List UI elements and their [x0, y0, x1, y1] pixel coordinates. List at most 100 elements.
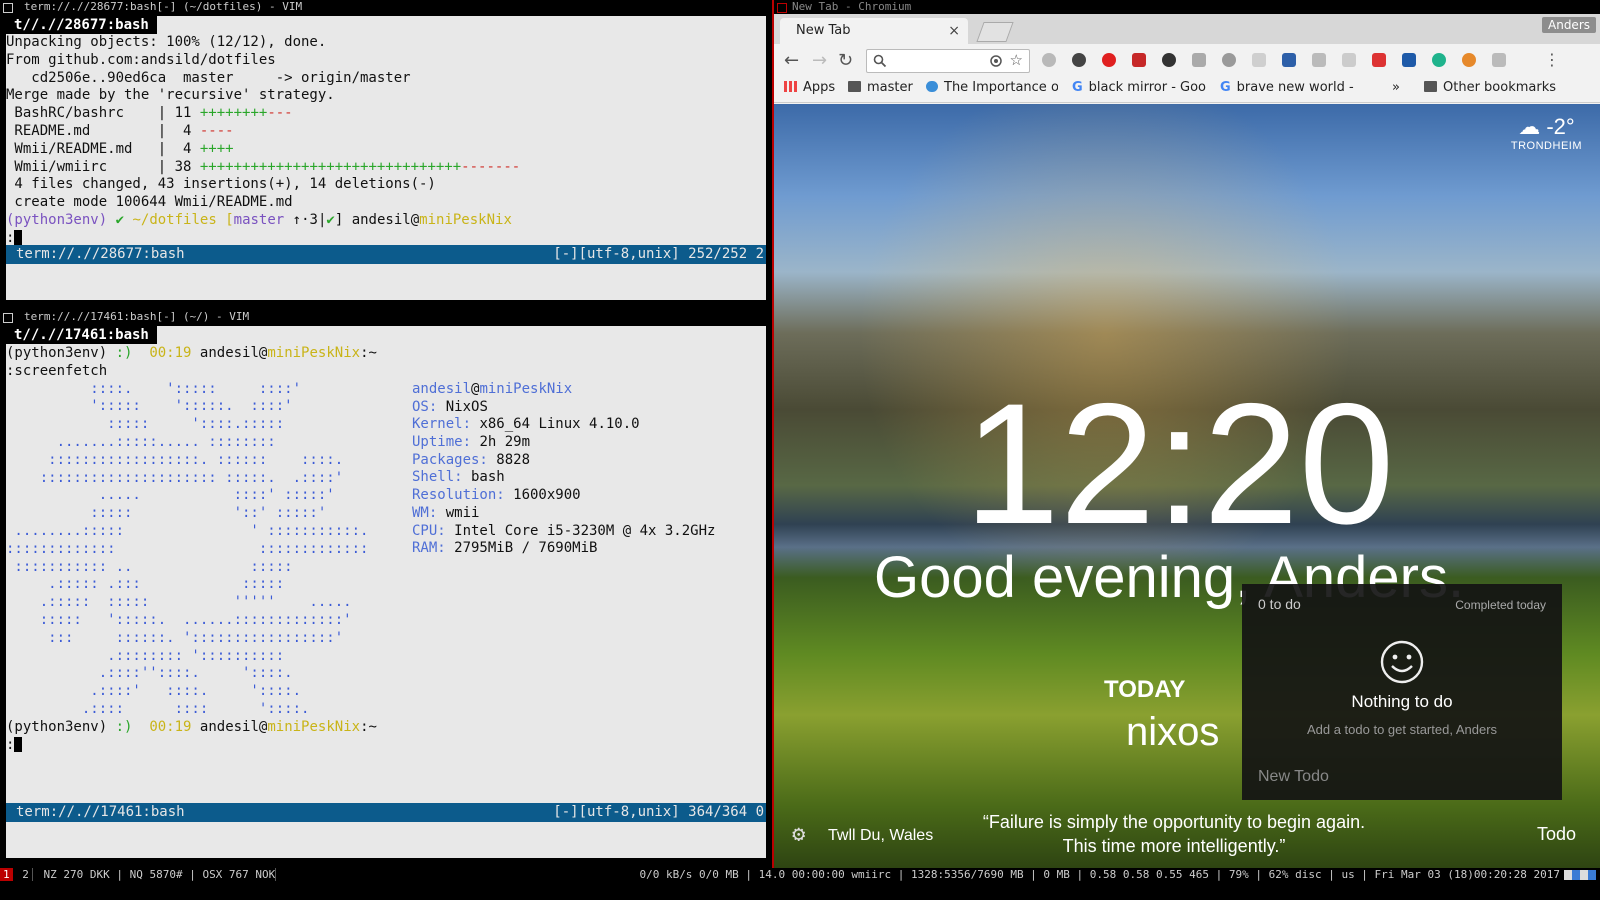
extension-icon[interactable] — [1492, 53, 1506, 67]
bottom-terminal-body[interactable]: t//.//17461:bash (python3env) :) 00:19 a… — [6, 326, 766, 858]
sysinfo-header: andesil@miniPeskNix — [412, 381, 715, 399]
diffstat-line: Wmii/wmiirc | 38 +++++++++++++++++++++++… — [6, 159, 766, 177]
todo-toggle-button[interactable]: Todo — [1537, 824, 1576, 845]
sysinfo-label: Kernel: — [412, 416, 472, 433]
sysinfo-value: 2795MiB / 7690MiB — [445, 540, 598, 557]
google-icon: G — [1220, 80, 1231, 95]
create-line: create mode 100644 Wmii/README.md — [6, 194, 293, 211]
output-line: Merge made by the 'recursive' strategy. — [6, 87, 335, 104]
diffstat-file: Wmii/README.md | 4 — [6, 140, 200, 157]
sysinfo-value: x86_64 Linux 4.10.0 — [471, 416, 640, 433]
tray-icons[interactable] — [1564, 870, 1596, 880]
menu-icon[interactable]: ⋮ — [1544, 50, 1560, 69]
bottom-terminal-statusline: term://.//17461:bash [-][utf-8,unix] 364… — [6, 803, 766, 822]
sysinfo-row: WM: wmii — [412, 505, 715, 523]
bookmark-other-folder[interactable]: Other bookmarks — [1424, 80, 1556, 95]
new-tab-button[interactable] — [976, 22, 1014, 42]
calendar-icon[interactable] — [1372, 53, 1386, 67]
extension-icon[interactable] — [1192, 53, 1206, 67]
new-todo-input[interactable]: New Todo — [1258, 768, 1329, 786]
prompt-at: @ — [410, 211, 420, 228]
diffstat-file: BashRC/bashrc | 11 — [6, 105, 200, 122]
sysinfo-value: NixOS — [437, 398, 488, 415]
prompt-smile: :) — [115, 718, 133, 735]
window-box-icon[interactable] — [3, 313, 13, 323]
extension-icon[interactable] — [1312, 53, 1326, 67]
ascii-line: .::::: ::::: ''''' ..... — [6, 594, 352, 611]
diffstat-file: Wmii/wmiirc | 38 — [6, 158, 200, 175]
back-arrow-icon[interactable]: ← — [784, 50, 799, 71]
forward-arrow-icon[interactable]: → — [812, 50, 827, 71]
bookmark-item[interactable]: Gbrave new world - — [1220, 80, 1354, 95]
profile-button[interactable]: Anders — [1542, 17, 1596, 33]
apps-grid-icon — [784, 81, 797, 92]
extension-icon[interactable] — [1222, 53, 1236, 67]
prompt-path: :~ — [360, 345, 377, 361]
browser-window: New Tab - Chromium New Tab × Anders ← → … — [772, 0, 1600, 868]
diffstat-line: Wmii/README.md | 4 ++++ — [6, 141, 766, 159]
close-icon[interactable]: × — [948, 18, 960, 44]
extension-icon[interactable] — [1162, 53, 1176, 67]
prompt-bracket: ] — [334, 211, 344, 228]
todo-completed-tab[interactable]: Completed today — [1455, 598, 1546, 612]
tag-1[interactable]: 1 — [0, 868, 13, 881]
top-terminal-body[interactable]: t//.//28677:bash Unpacking objects: 100%… — [6, 16, 766, 300]
prompt-branch: master — [233, 211, 285, 228]
bookmark-apps[interactable]: Apps — [784, 80, 835, 95]
extension-icon[interactable] — [1282, 53, 1296, 67]
location-target-icon[interactable] — [989, 54, 1003, 68]
address-bar[interactable]: ☆ — [866, 49, 1030, 73]
extension-icon[interactable] — [1042, 53, 1056, 67]
snow-cloud-icon: ☁ — [1518, 114, 1541, 139]
top-terminal-tab[interactable]: t//.//28677:bash — [6, 16, 157, 34]
window-box-icon[interactable] — [777, 3, 787, 13]
extension-icon[interactable] — [1342, 53, 1356, 67]
summary-line: 4 files changed, 43 insertions(+), 14 de… — [6, 176, 436, 193]
tag-2[interactable]: 2 — [19, 868, 33, 881]
bookmarks-overflow-button[interactable]: » — [1392, 80, 1400, 95]
reload-icon[interactable]: ↻ — [838, 50, 853, 71]
ascii-line: .:::::::: ':::::::::: — [6, 647, 285, 664]
gear-icon[interactable]: ⚙ — [792, 822, 805, 847]
weather-row: ☁ -2° — [1511, 114, 1582, 140]
bottom-terminal-tab[interactable]: t//.//17461:bash — [6, 326, 157, 344]
tab-title: New Tab — [796, 23, 851, 38]
extension-icon[interactable] — [1462, 53, 1476, 67]
folder-icon — [1424, 81, 1437, 92]
prompt-check-icon: ✔ — [115, 211, 125, 228]
output-line: cd2506e..90ed6ca master -> origin/master — [6, 69, 411, 86]
window-box-icon[interactable] — [3, 3, 13, 13]
google-icon: G — [1072, 80, 1083, 95]
opera-extension-icon[interactable] — [1102, 53, 1116, 67]
extension-icon[interactable] — [1252, 53, 1266, 67]
bookmark-item[interactable]: Gblack mirror - Goo — [1072, 80, 1212, 95]
clock: 12:20 — [964, 368, 1395, 560]
sysinfo-row: RAM: 2795MiB / 7690MiB — [412, 540, 715, 558]
quote-line: This time more intelligently.” — [1062, 836, 1286, 856]
tab-new-tab[interactable]: New Tab × — [780, 18, 968, 44]
command-line[interactable]: : — [6, 736, 766, 755]
prompt-host: miniPeskNix — [419, 211, 512, 228]
extension-icon[interactable] — [1432, 53, 1446, 67]
sysinfo-label: Shell: — [412, 469, 463, 486]
bottom-terminal-titlebar: term://.//17461:bash[-] (~/) - VIM — [0, 310, 772, 324]
search-icon — [873, 54, 887, 68]
photo-location[interactable]: Twll Du, Wales — [828, 827, 933, 845]
weather-widget[interactable]: ☁ -2° TRONDHEIM — [1511, 114, 1582, 152]
extension-icon[interactable] — [1072, 53, 1086, 67]
sysinfo-row: Packages: 8828 — [412, 452, 715, 470]
browser-window-title: New Tab - Chromium — [792, 0, 912, 13]
sysinfo-label: WM: — [412, 504, 438, 521]
bookmark-star-icon[interactable]: ☆ — [1010, 51, 1023, 69]
globe-icon — [926, 81, 938, 92]
weather-temp: -2° — [1546, 114, 1575, 139]
extension-icon[interactable] — [1132, 53, 1146, 67]
sysinfo-row: Kernel: x86_64 Linux 4.10.0 — [412, 416, 715, 434]
todo-count[interactable]: 0 to do — [1258, 596, 1301, 612]
extension-icon[interactable] — [1402, 53, 1416, 67]
focus-text[interactable]: nixos — [1126, 710, 1219, 755]
bookmark-item[interactable]: The Importance o — [926, 80, 1058, 95]
status-right: [-][utf-8,unix] 364/364 0 — [553, 804, 764, 820]
prompt-dir: ~/dotfiles — [132, 211, 217, 228]
bookmark-folder-master[interactable]: master — [848, 80, 913, 95]
